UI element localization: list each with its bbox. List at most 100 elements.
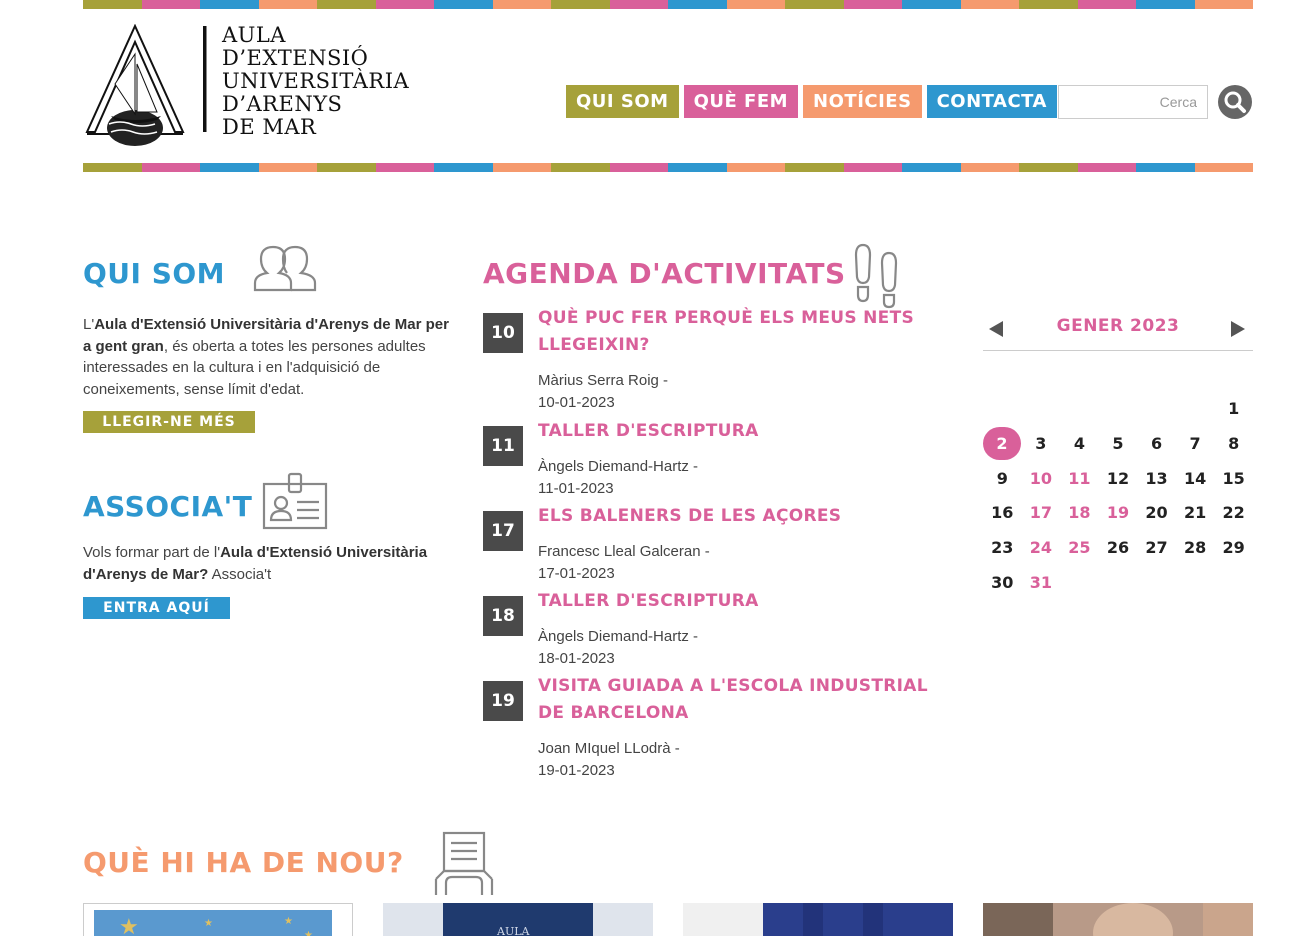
stripe-segment [785, 163, 844, 172]
event-meta: Joan MIquel LLodrà - 19-01-2023 [538, 738, 680, 781]
aula-banner-image: AULA [383, 903, 653, 936]
stripe-segment [317, 163, 376, 172]
calendar-day[interactable]: 10 [1022, 462, 1061, 497]
stripe-segment [902, 163, 961, 172]
stripe-segment [902, 0, 961, 9]
read-more-button[interactable]: LLEGIR-NE MÉS [83, 411, 255, 433]
news-card-4[interactable] [983, 903, 1253, 936]
event-title-link[interactable]: TALLER D'ESCRIPTURA [538, 418, 938, 445]
calendar-day: 13 [1145, 468, 1168, 488]
event-meta: Màrius Serra Roig - 10-01-2023 [538, 370, 668, 413]
logo-wordmark: AULA D’EXTENSIÓ UNIVERSITÀRIA D’ARENYS DE MA… [222, 24, 409, 139]
event-speaker: Àngels Diemand-Hartz - [538, 458, 699, 475]
calendar-month: GENER 2023 [1056, 316, 1180, 336]
nav-item-qui-som[interactable]: QUI SOM [566, 85, 679, 118]
event-date: 11-01-2023 [538, 479, 614, 497]
calendar-day[interactable]: 18 [1060, 496, 1099, 531]
calendar-day: 7 [1189, 433, 1201, 453]
agenda-heading: AGENDA D'ACTIVITATS [483, 257, 846, 290]
stripe-segment [83, 0, 142, 9]
calendar-day[interactable]: 25 [1060, 531, 1099, 566]
associat-heading: ASSOCIA'T [83, 490, 253, 523]
stripe-segment [785, 0, 844, 9]
stripe-segment [375, 163, 434, 172]
event-meta: Àngels Diemand-Hartz - 11-01-2023 [538, 456, 698, 499]
nav-item-notícies[interactable]: NOTÍCIES [803, 85, 922, 118]
calendar-day[interactable]: 31 [1022, 566, 1061, 601]
logo-line: D’ARENYS [222, 92, 343, 116]
event-speaker: Àngels Diemand-Hartz - [538, 628, 699, 645]
stripe-segment [258, 163, 317, 172]
calendar-day: 28 [1183, 538, 1207, 558]
associat-text: Vols formar part de l'Aula d'Extensió Un… [83, 544, 428, 583]
stripe-segment [1019, 0, 1078, 9]
search-button[interactable] [1218, 85, 1252, 119]
calendar-day: 5 [1112, 433, 1124, 453]
calendar-day: 1 [1228, 399, 1240, 418]
calendar-header: GENER 2023 [983, 313, 1253, 351]
event-meta: Àngels Diemand-Hartz - 18-01-2023 [538, 626, 698, 669]
logo-line: DE MAR [222, 115, 317, 139]
speaker-portrait-image [983, 903, 1253, 936]
nav-item-què-fem[interactable]: QUÈ FEM [683, 85, 799, 118]
calendar-blank [1060, 392, 1099, 427]
calendar-day[interactable]: 17 [1022, 496, 1061, 531]
news-card-2[interactable]: AULA [383, 903, 653, 936]
calendar-blank [1022, 392, 1061, 427]
main-nav: QUI SOM QUÈ FEM NOTÍCIES CONTACTA [566, 85, 1057, 118]
nav-item-contacta[interactable]: CONTACTA [926, 85, 1057, 118]
event-day-badge: 17 [483, 511, 523, 551]
stripe-segment [1194, 163, 1253, 172]
stripe-segment [843, 163, 902, 172]
sailing-ship-logo-icon [85, 23, 207, 146]
event-date: 18-01-2023 [538, 649, 615, 667]
logo-line: AULA [222, 23, 286, 47]
calendar-blank [1137, 392, 1176, 427]
news-card-3[interactable] [683, 903, 953, 936]
news-card-1[interactable]: ★ ★ ★ ★ [83, 903, 353, 936]
qui-som-heading: QUI SOM [83, 257, 226, 290]
stripe-segment [317, 0, 376, 9]
event-date: 10-01-2023 [538, 393, 615, 411]
event-day-badge: 10 [483, 313, 523, 353]
calendar-blank [1099, 392, 1138, 427]
calendar-day[interactable]: 11 [1060, 462, 1099, 497]
stripe-segment [258, 0, 317, 9]
calendar-blank [1176, 392, 1215, 427]
join-button[interactable]: ENTRA AQUÍ [83, 597, 230, 619]
stripe-segment [1136, 0, 1195, 9]
search-input[interactable] [1058, 85, 1208, 119]
eu-stars-flag-image: ★ ★ ★ ★ [94, 910, 332, 936]
calendar-day[interactable]: 24 [1022, 531, 1061, 566]
calendar-day: 3 [1035, 433, 1047, 453]
event-title-link[interactable]: QUÈ PUC FER PERQUÈ ELS MEUS NETS LLEGEIX… [538, 305, 938, 359]
calendar-day: 27 [1145, 538, 1168, 558]
calendar-day: 23 [991, 538, 1014, 558]
calendar-day: 9 [996, 468, 1008, 488]
calendar-grid: 1 2 3 4 5 6 7 8 9 10 11 12 13 14 15 16 17 18 19 20 21 22 23 24 2… [983, 392, 1253, 601]
footprints-icon [854, 243, 898, 309]
stripe-segment [843, 0, 902, 9]
event-day-badge: 18 [483, 596, 523, 636]
event-title-link[interactable]: ELS BALENERS DE LES AÇORES [538, 503, 938, 530]
logo-line: D’EXTENSIÓ [222, 46, 369, 70]
header-bottom-stripe [83, 163, 1253, 172]
stripe-segment [960, 0, 1019, 9]
blue-curtain-image [683, 903, 953, 936]
stripe-segment [726, 0, 785, 9]
stripe-segment [551, 163, 610, 172]
calendar-day[interactable]: 19 [1099, 496, 1138, 531]
stripe-segment [1077, 163, 1136, 172]
calendar-day: 6 [1150, 433, 1163, 453]
stripe-segment [726, 163, 785, 172]
calendar-day: 4 [1073, 433, 1085, 453]
id-card-icon [262, 472, 328, 530]
calendar-day: 20 [1145, 503, 1168, 523]
calendar-day: 8 [1228, 433, 1240, 453]
event-title-link[interactable]: TALLER D'ESCRIPTURA [538, 588, 938, 615]
stripe-segment [1019, 163, 1078, 172]
event-title-link[interactable]: VISITA GUIADA A L'ESCOLA INDUSTRIAL DE B… [538, 673, 938, 727]
triangle-right-icon[interactable] [1231, 321, 1245, 337]
calendar-day: 22 [1222, 503, 1245, 523]
search-icon [1224, 91, 1246, 113]
